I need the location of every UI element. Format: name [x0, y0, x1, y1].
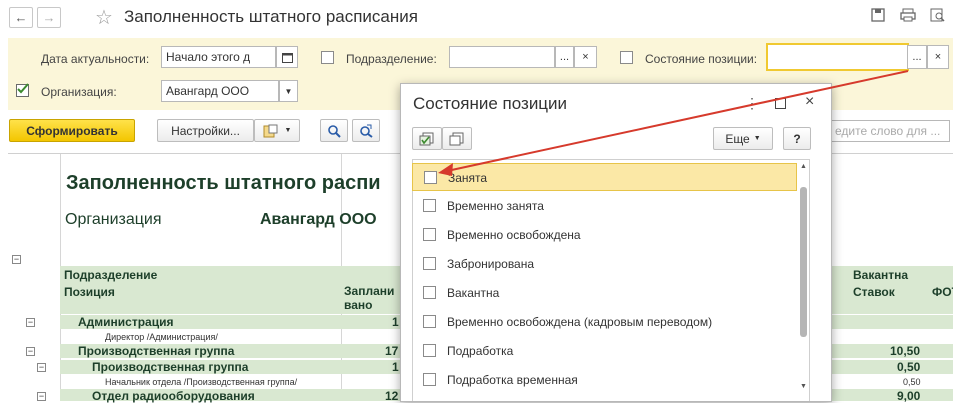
annotation-arrow — [438, 70, 909, 176]
